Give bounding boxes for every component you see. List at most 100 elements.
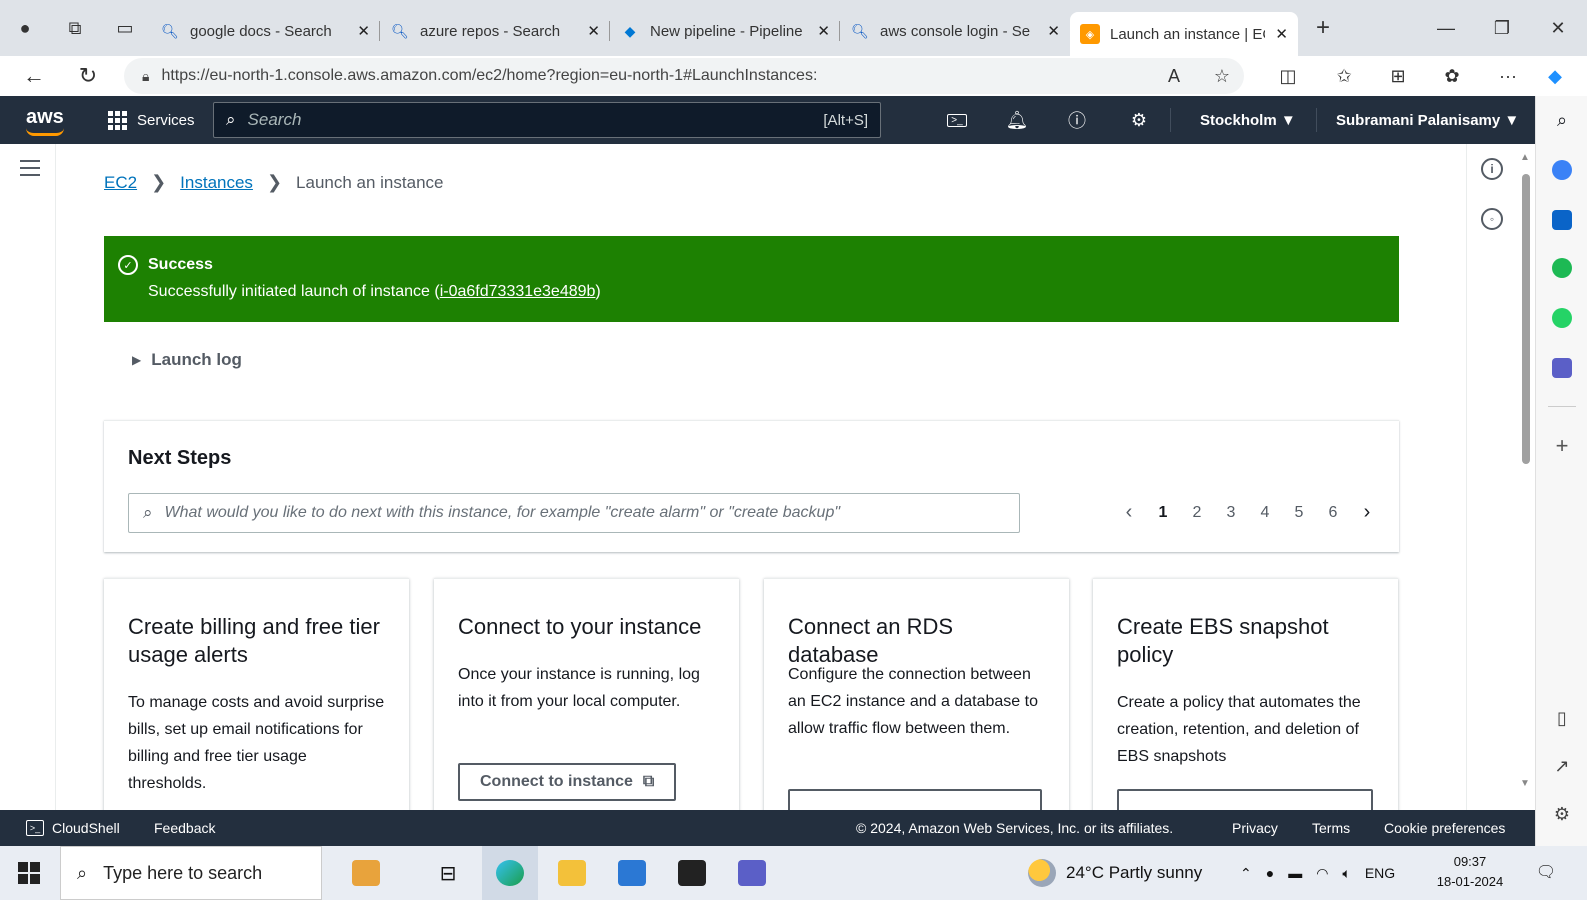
extensions-icon[interactable]: ✿ [1432, 56, 1472, 96]
page-1[interactable]: 1 [1146, 504, 1180, 522]
taskbar-search-input[interactable]: ⌕ Type here to search [60, 846, 322, 900]
open-external-icon[interactable]: ↗ [1536, 750, 1587, 782]
close-icon[interactable]: ✕ [357, 22, 370, 40]
instance-id-link[interactable]: i-0a6fd73331e3e489b [440, 283, 596, 300]
taskbar-mail-app[interactable] [664, 846, 720, 900]
close-icon[interactable]: ✕ [817, 22, 830, 40]
copilot-sidebar-icon[interactable] [1536, 154, 1587, 186]
right-utility-rail: i ◦ [1466, 144, 1518, 810]
back-icon[interactable]: ← [12, 56, 56, 96]
aws-logo[interactable]: aws [26, 106, 64, 136]
sidebar-settings-icon[interactable]: ⚙ [1536, 798, 1587, 830]
task-view-icon[interactable]: ⊟ [420, 846, 476, 900]
tab-actions-icon[interactable]: ▭ [100, 0, 150, 56]
taskbar-edge-app[interactable] [482, 846, 538, 900]
settings-gear-icon[interactable]: ⚙ [1114, 96, 1164, 144]
next-steps-search-input[interactable]: ⌕ What would you like to do next with th… [128, 493, 1020, 533]
minimize-icon[interactable]: — [1418, 0, 1474, 56]
page-4[interactable]: 4 [1248, 504, 1282, 522]
notifications-bell-icon[interactable]: 🔔︎ [992, 96, 1042, 144]
teams-icon[interactable] [1536, 352, 1587, 384]
tab-google-docs[interactable]: 🔍︎ google docs - Search ✕ [150, 11, 380, 51]
taskbar-store-app[interactable] [604, 846, 660, 900]
cookie-preferences-link[interactable]: Cookie preferences [1384, 810, 1505, 846]
whatsapp-icon[interactable] [1536, 302, 1587, 334]
left-nav-rail [0, 144, 56, 810]
breadcrumb-ec2-link[interactable]: EC2 [104, 173, 137, 193]
scroll-up-icon[interactable]: ▲ [1520, 152, 1530, 163]
weather-widget[interactable]: 24°C Partly sunny [1028, 846, 1202, 900]
chevron-up-icon[interactable]: ⌃ [1240, 865, 1252, 882]
clock[interactable]: 09:37 18-01-2024 [1430, 852, 1510, 892]
feedback-link[interactable]: Feedback [154, 810, 215, 846]
read-aloud-icon[interactable]: A [1154, 56, 1194, 96]
workspaces-icon[interactable]: ⧉ [50, 0, 100, 56]
microphone-icon[interactable]: ● [1266, 865, 1274, 881]
feedback-icon[interactable]: ◦ [1481, 208, 1503, 230]
notifications-icon[interactable]: 🗨︎ [1532, 858, 1560, 886]
scrollbar[interactable]: ▲ ▼ [1518, 152, 1532, 802]
tab-launch-instance[interactable]: ◈ Launch an instance | EC ✕ [1070, 12, 1298, 56]
hide-sidebar-icon[interactable]: ▯ [1536, 702, 1587, 734]
breadcrumb-instances-link[interactable]: Instances [180, 173, 253, 193]
create-ebs-policy-button[interactable] [1117, 789, 1373, 810]
refresh-icon[interactable]: ↻ [66, 56, 110, 96]
launch-log-expander[interactable]: ▶ Launch log [132, 350, 242, 370]
hamburger-menu-icon[interactable] [20, 160, 40, 176]
breadcrumb: EC2 ❯ Instances ❯ Launch an instance [104, 172, 443, 193]
page-2[interactable]: 2 [1180, 504, 1214, 522]
info-icon[interactable]: i [1481, 158, 1503, 180]
page-6[interactable]: 6 [1316, 504, 1350, 522]
cloudshell-button[interactable]: >_ CloudShell [26, 810, 120, 846]
language-indicator[interactable]: ENG [1365, 865, 1395, 881]
scroll-thumb[interactable] [1522, 174, 1530, 464]
scroll-down-icon[interactable]: ▼ [1520, 778, 1530, 789]
tab-aws-console-login[interactable]: 🔍︎ aws console login - Se ✕ [840, 11, 1070, 51]
close-icon[interactable]: ✕ [587, 22, 600, 40]
services-menu-button[interactable]: Services [108, 96, 195, 144]
aws-search-input[interactable]: ⌕ Search [Alt+S] [213, 102, 881, 138]
page-5[interactable]: 5 [1282, 504, 1316, 522]
copilot-icon[interactable]: ◆ [1535, 56, 1575, 96]
tab-azure-repos[interactable]: 🔍︎ azure repos - Search ✕ [380, 11, 610, 51]
region-selector[interactable]: Stockholm ▼ [1200, 96, 1296, 144]
help-icon[interactable]: ⓘ [1052, 96, 1102, 144]
wifi-icon[interactable]: ◠ [1316, 865, 1328, 882]
windows-start-icon[interactable] [18, 862, 40, 884]
add-sidebar-icon[interactable]: + [1536, 430, 1587, 462]
card-description: Configure the connection between an EC2 … [788, 666, 1038, 737]
connect-rds-button[interactable] [788, 789, 1042, 810]
taskbar-briefcase-app[interactable] [338, 846, 394, 900]
prev-page-icon[interactable]: ‹ [1112, 501, 1146, 524]
close-icon[interactable]: ✕ [1275, 25, 1288, 43]
tab-new-pipeline[interactable]: ◆ New pipeline - Pipeline ✕ [610, 11, 840, 51]
taskbar-file-explorer-app[interactable] [544, 846, 600, 900]
card-description: Create a policy that automates the creat… [1117, 694, 1361, 765]
briefcase-icon [352, 860, 380, 886]
page-3[interactable]: 3 [1214, 504, 1248, 522]
next-page-icon[interactable]: › [1350, 501, 1384, 524]
card-connect-rds: Connect an RDS database Configure the co… [764, 578, 1069, 810]
favorites-icon[interactable]: ✩ [1324, 56, 1364, 96]
close-window-icon[interactable]: ✕ [1530, 0, 1586, 56]
terms-link[interactable]: Terms [1312, 810, 1350, 846]
outlook-icon[interactable] [1536, 204, 1587, 236]
volume-icon[interactable]: 🔈︎ [1342, 865, 1350, 882]
account-menu[interactable]: Subramani Palanisamy ▼ [1336, 96, 1519, 144]
split-screen-icon[interactable]: ◫ [1268, 56, 1308, 96]
url-input[interactable]: 🔒︎ https://eu-north-1.console.aws.amazon… [124, 58, 1244, 94]
profile-icon[interactable]: ● [0, 0, 50, 56]
privacy-link[interactable]: Privacy [1232, 810, 1278, 846]
spotify-icon[interactable] [1536, 252, 1587, 284]
taskbar-teams-app[interactable] [724, 846, 780, 900]
battery-icon[interactable]: ▬ [1288, 865, 1302, 881]
sidebar-search-icon[interactable]: ⌕ [1536, 104, 1587, 136]
cloudshell-icon[interactable]: >_ [932, 96, 982, 144]
connect-to-instance-button[interactable]: Connect to instance ⧉ [458, 763, 677, 801]
close-icon[interactable]: ✕ [1047, 22, 1060, 40]
collections-icon[interactable]: ⊞ [1378, 56, 1418, 96]
restore-icon[interactable]: ❐ [1474, 0, 1530, 56]
more-menu-icon[interactable]: ··· [1488, 56, 1528, 96]
new-tab-icon[interactable]: + [1298, 0, 1348, 56]
favorite-star-icon[interactable]: ☆ [1202, 56, 1242, 96]
